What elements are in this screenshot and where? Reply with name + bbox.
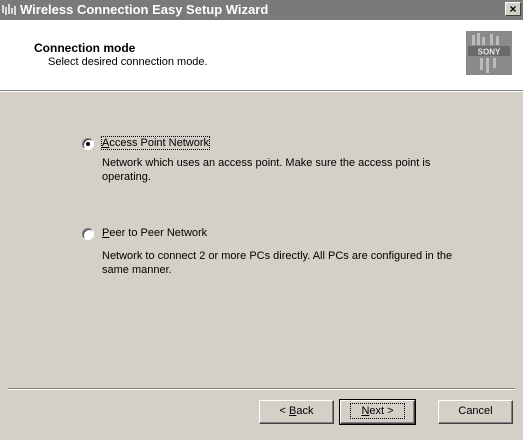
svg-text:SONY: SONY bbox=[478, 48, 501, 57]
header-divider bbox=[0, 90, 523, 92]
access-point-radio[interactable] bbox=[82, 138, 94, 150]
title-bar: Wireless Connection Easy Setup Wizard × bbox=[0, 0, 523, 20]
footer-divider bbox=[8, 388, 515, 390]
cancel-button[interactable]: Cancel bbox=[438, 400, 513, 424]
close-button[interactable]: × bbox=[505, 2, 521, 16]
page-subtitle: Select desired connection mode. bbox=[48, 56, 208, 68]
window-title: Wireless Connection Easy Setup Wizard bbox=[20, 2, 269, 17]
sony-logo: SONY bbox=[466, 31, 512, 75]
wizard-app-icon bbox=[2, 4, 16, 15]
wizard-header bbox=[0, 20, 523, 90]
back-button[interactable]: < Back bbox=[259, 400, 334, 424]
radio-selected-dot bbox=[86, 142, 90, 146]
peer-to-peer-description: Network to connect 2 or more PCs directl… bbox=[102, 250, 453, 276]
page-title: Connection mode bbox=[34, 41, 136, 55]
close-icon: × bbox=[509, 2, 517, 16]
access-point-label[interactable]: Access Point Network bbox=[101, 136, 210, 150]
next-button[interactable]: Next > bbox=[339, 399, 416, 425]
peer-to-peer-label[interactable]: Peer to Peer Network bbox=[102, 227, 207, 239]
peer-to-peer-radio[interactable] bbox=[82, 228, 94, 240]
access-point-description: Network which uses an access point. Make… bbox=[102, 157, 431, 183]
